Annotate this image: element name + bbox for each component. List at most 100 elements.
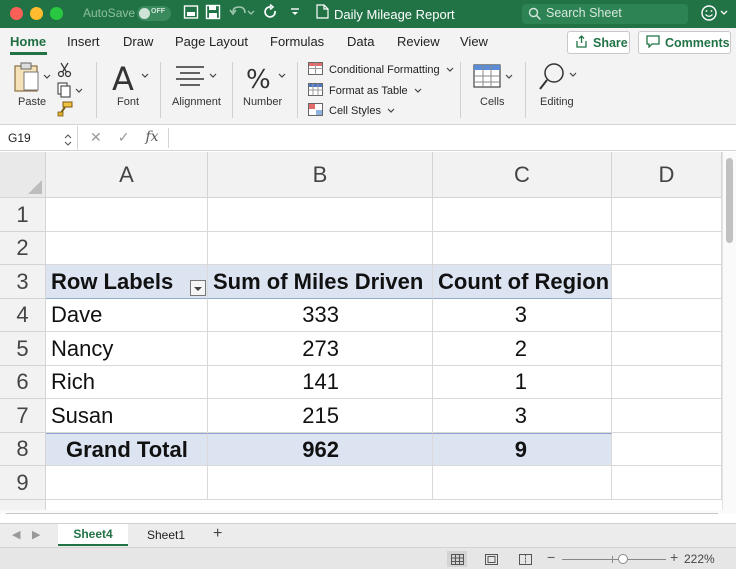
- cell-c1[interactable]: [433, 198, 612, 232]
- add-sheet-icon[interactable]: +: [213, 525, 222, 543]
- cut-icon[interactable]: [57, 62, 73, 83]
- zoom-in-icon[interactable]: +: [670, 549, 678, 565]
- pivot-header-sum-miles[interactable]: Sum of Miles Driven: [208, 265, 433, 299]
- pivot-row-miles[interactable]: 141: [208, 366, 433, 399]
- grand-total-miles[interactable]: 962: [208, 433, 433, 466]
- row-header-1[interactable]: 1: [0, 198, 46, 232]
- column-header-b[interactable]: B: [208, 152, 433, 198]
- tab-home[interactable]: Home: [10, 34, 46, 49]
- cell-styles-button[interactable]: Cell Styles: [308, 102, 395, 120]
- column-header-c[interactable]: C: [433, 152, 612, 198]
- pivot-row-label[interactable]: Nancy: [46, 332, 208, 366]
- pivot-row-label[interactable]: Rich: [46, 366, 208, 399]
- smiley-feedback-icon[interactable]: [700, 4, 730, 28]
- grand-total-label[interactable]: Grand Total: [46, 433, 208, 466]
- home-icon[interactable]: [183, 4, 199, 26]
- cells-button[interactable]: [473, 62, 517, 97]
- zoom-level[interactable]: 222%: [684, 552, 715, 566]
- row-labels-filter-button[interactable]: [190, 280, 206, 296]
- pivot-header-row-labels[interactable]: Row Labels: [46, 265, 208, 299]
- minimize-window-button[interactable]: [30, 7, 43, 20]
- format-painter-icon[interactable]: [57, 101, 73, 122]
- page-layout-view-icon[interactable]: [481, 551, 501, 567]
- autosave-toggle[interactable]: OFF: [137, 6, 171, 21]
- row-header-6[interactable]: 6: [0, 366, 46, 399]
- tab-page-layout[interactable]: Page Layout: [175, 34, 248, 49]
- row-header-4[interactable]: 4: [0, 299, 46, 332]
- pivot-row-miles[interactable]: 215: [208, 399, 433, 433]
- cell-c9[interactable]: [433, 466, 612, 500]
- paste-button[interactable]: [12, 62, 52, 97]
- comments-button[interactable]: Comments: [638, 31, 731, 54]
- cell-d8[interactable]: [612, 433, 722, 466]
- vertical-scroll-thumb[interactable]: [726, 158, 733, 243]
- tab-data[interactable]: Data: [347, 34, 374, 49]
- cell-d6[interactable]: [612, 366, 722, 399]
- cancel-entry-icon[interactable]: ✕: [90, 129, 102, 146]
- share-button[interactable]: Share: [567, 31, 630, 54]
- column-header-d[interactable]: D: [612, 152, 722, 198]
- pivot-row-miles[interactable]: 273: [208, 332, 433, 366]
- cell-d5[interactable]: [612, 332, 722, 366]
- select-all-corner[interactable]: [0, 152, 46, 198]
- tab-insert[interactable]: Insert: [67, 34, 100, 49]
- row-header-2[interactable]: 2: [0, 232, 46, 265]
- cell-c2[interactable]: [433, 232, 612, 265]
- pivot-row-label[interactable]: Dave: [46, 299, 208, 332]
- row-header-3[interactable]: 3: [0, 265, 46, 299]
- grand-total-count[interactable]: 9: [433, 433, 612, 466]
- alignment-button[interactable]: [174, 64, 220, 95]
- close-window-button[interactable]: [10, 7, 23, 20]
- cell-b2[interactable]: [208, 232, 433, 265]
- pivot-row-count[interactable]: 3: [433, 399, 612, 433]
- vertical-scrollbar[interactable]: [722, 152, 736, 514]
- conditional-formatting-button[interactable]: Conditional Formatting: [308, 61, 454, 79]
- pivot-row-count[interactable]: 1: [433, 366, 612, 399]
- page-break-view-icon[interactable]: [515, 551, 535, 567]
- format-as-table-button[interactable]: Format as Table: [308, 82, 422, 100]
- cell-a9[interactable]: [46, 466, 208, 500]
- pivot-row-count[interactable]: 3: [433, 299, 612, 332]
- cell-b1[interactable]: [208, 198, 433, 232]
- sheet-tab-sheet4[interactable]: Sheet4: [58, 524, 128, 546]
- cell-d7[interactable]: [612, 399, 722, 433]
- zoom-out-icon[interactable]: −: [547, 549, 555, 565]
- sheet-tab-sheet1[interactable]: Sheet1: [135, 524, 197, 546]
- row-header-7[interactable]: 7: [0, 399, 46, 433]
- next-sheet-icon[interactable]: ▶: [32, 528, 40, 541]
- cell-a1[interactable]: [46, 198, 208, 232]
- insert-function-icon[interactable]: fx: [145, 129, 158, 146]
- horizontal-scroll-thumb[interactable]: [4, 513, 720, 514]
- copy-icon[interactable]: [57, 82, 85, 103]
- name-box[interactable]: G19: [0, 126, 78, 150]
- cell-b9[interactable]: [208, 466, 433, 500]
- tab-draw[interactable]: Draw: [123, 34, 153, 49]
- cell-d1[interactable]: [612, 198, 722, 232]
- redo-icon[interactable]: [263, 3, 279, 26]
- prev-sheet-icon[interactable]: ◀: [12, 528, 20, 541]
- row-header-5[interactable]: 5: [0, 332, 46, 366]
- editing-button[interactable]: [538, 62, 582, 97]
- name-box-dropdown-icon[interactable]: [64, 133, 72, 151]
- undo-icon[interactable]: [229, 4, 255, 26]
- pivot-row-count[interactable]: 2: [433, 332, 612, 366]
- tab-review[interactable]: Review: [397, 34, 440, 49]
- tab-formulas[interactable]: Formulas: [270, 34, 324, 49]
- font-button[interactable]: A: [110, 60, 154, 99]
- pivot-row-label[interactable]: Susan: [46, 399, 208, 433]
- pivot-row-miles[interactable]: 333: [208, 299, 433, 332]
- zoom-window-button[interactable]: [50, 7, 63, 20]
- worksheet-grid[interactable]: A B C D 1 2 3 4 5 6 7 8 9 Row Labels Sum…: [0, 152, 736, 514]
- column-header-a[interactable]: A: [46, 152, 208, 198]
- cell-d9[interactable]: [612, 466, 722, 500]
- normal-view-icon[interactable]: [447, 551, 467, 567]
- cell-d3[interactable]: [612, 265, 722, 299]
- row-header-8[interactable]: 8: [0, 433, 46, 466]
- cell-d2[interactable]: [612, 232, 722, 265]
- row-header-9[interactable]: 9: [0, 466, 46, 500]
- tab-view[interactable]: View: [460, 34, 488, 49]
- horizontal-scrollbar[interactable]: [0, 510, 736, 514]
- cell-a2[interactable]: [46, 232, 208, 265]
- search-sheet-input[interactable]: Search Sheet: [522, 4, 688, 24]
- zoom-slider-track[interactable]: [562, 559, 666, 560]
